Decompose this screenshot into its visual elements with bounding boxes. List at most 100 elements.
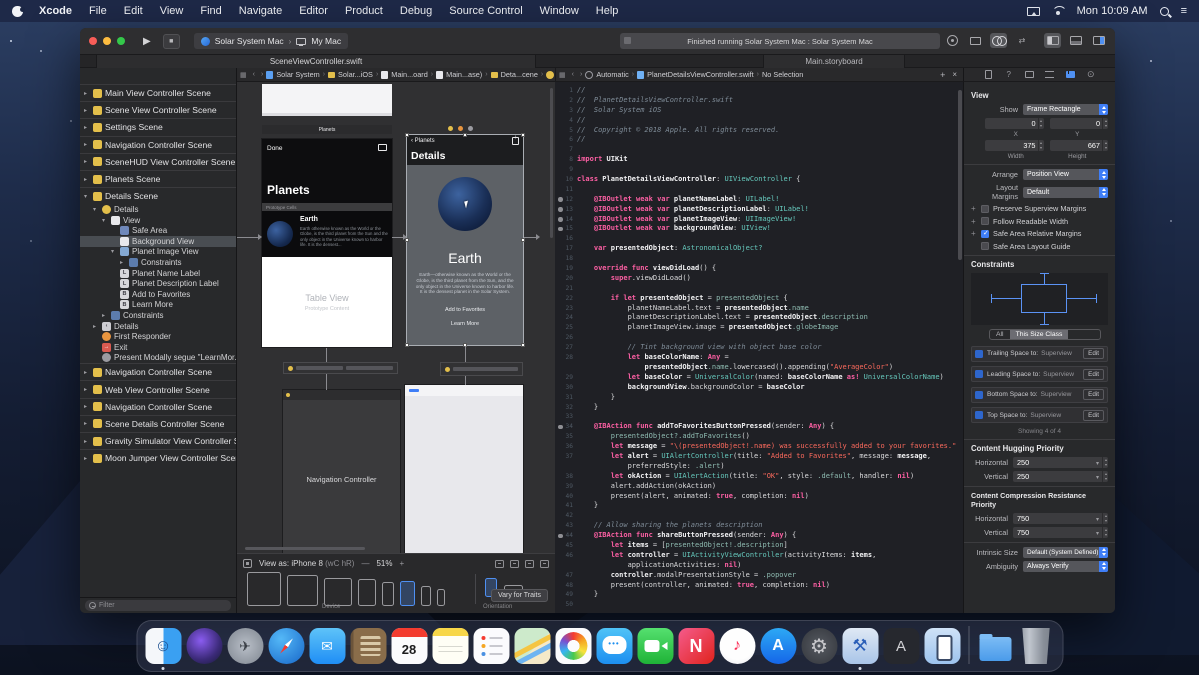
code-line[interactable]: 19 override func viewDidLoad() { (555, 264, 963, 274)
quick-help-inspector-icon[interactable]: ? (1004, 70, 1013, 79)
code-line[interactable]: 36 let message = "\(presentedObject!.nam… (555, 442, 963, 452)
device-iphone-8-icon[interactable] (400, 581, 415, 606)
dock-instruments-icon[interactable]: A (883, 628, 919, 664)
height-field[interactable]: 667 (1049, 140, 1108, 151)
navigator-item-details[interactable]: ▾ Details (80, 204, 236, 215)
selection-handle[interactable] (463, 133, 467, 137)
dock-maps-icon[interactable] (514, 628, 550, 664)
navigator-item-details-scene[interactable]: ▾ Details Scene (80, 187, 236, 204)
file-inspector-icon[interactable] (984, 70, 993, 79)
scheme-selector[interactable]: Solar System Mac › My Mac (193, 33, 349, 49)
code-line[interactable]: 17 var presentedObject: AstronomicalObje… (555, 244, 963, 254)
disclosure-triangle-icon[interactable]: ▾ (111, 248, 120, 255)
tab-sceneviewcontroller[interactable]: SceneViewController.swift (96, 55, 536, 68)
edit-constraint-button[interactable]: Edit (1083, 389, 1104, 400)
disclosure-triangle-icon[interactable]: ▸ (84, 403, 93, 410)
navigator-item-view[interactable]: ▾ View (80, 215, 236, 226)
disclosure-triangle-icon[interactable]: ▾ (93, 206, 102, 213)
menu-edit[interactable]: Edit (124, 5, 143, 17)
device-ipad-12-icon[interactable] (247, 572, 281, 606)
menu-view[interactable]: View (160, 5, 184, 17)
navigator-item-planet-description-label[interactable]: L Planet Description Label (80, 278, 236, 289)
code-line[interactable]: 5// Copyright © 2018 Apple. All rights r… (555, 126, 963, 136)
planets-view-controller[interactable]: Done Planets Prototype Cells Earth Earth… (262, 139, 392, 347)
constraint-row-top-space-to[interactable]: Top Space to: Superview Edit (971, 407, 1108, 423)
bookmarks-icon[interactable] (378, 144, 387, 151)
add-to-favorites-button[interactable]: Add to Favorites (407, 307, 523, 313)
selection-handle[interactable] (405, 133, 409, 137)
navigator-item-planet-image-view[interactable]: ▾ Planet Image View (80, 247, 236, 258)
disclosure-triangle-icon[interactable]: ▾ (102, 217, 111, 224)
breadcrumb-main-oard[interactable]: Main...oard (391, 70, 428, 79)
dock-downloads-icon[interactable] (977, 628, 1013, 664)
connection-well-icon[interactable] (558, 197, 563, 202)
add-constraint-icon[interactable]: + (971, 229, 981, 238)
disclosure-triangle-icon[interactable]: ▸ (84, 158, 93, 165)
code-line[interactable]: 6// (555, 135, 963, 145)
vary-for-traits-button[interactable]: Vary for Traits (490, 589, 548, 602)
navigator-item-first-responder[interactable]: First Responder (80, 331, 236, 342)
connection-well-icon[interactable] (558, 207, 563, 212)
disclosure-triangle-icon[interactable]: ▸ (84, 107, 93, 114)
stepper-icon[interactable] (1037, 140, 1044, 151)
code-line[interactable]: 15 @IBOutlet weak var backgroundView: UI… (555, 224, 963, 234)
related-items-icon[interactable]: ▦ (559, 71, 566, 79)
navigator-item-add-to-favorites[interactable]: B Add to Favorites (80, 289, 236, 300)
intrinsic-size-popup[interactable]: Default (System Defined) (1023, 546, 1108, 558)
code-line[interactable]: 35 presentedObject?.addToFavorites() (555, 432, 963, 442)
zoom-out-button[interactable]: — (361, 559, 369, 568)
selection-handle[interactable] (521, 238, 525, 242)
menu-window[interactable]: Window (540, 5, 579, 17)
navigator-item-navigation-controller-scene[interactable]: ▸ Navigation Controller Scene (80, 397, 236, 415)
device-ipad-11-icon[interactable] (287, 575, 318, 606)
selection-handle[interactable] (405, 343, 409, 347)
code-line[interactable]: 33 (555, 412, 963, 422)
update-frames-icon[interactable] (495, 559, 504, 568)
planet-name-label[interactable]: Earth (407, 250, 523, 266)
code-line[interactable]: 39 alert.addAction(okAction) (555, 482, 963, 492)
stepper-icon[interactable] (1102, 470, 1108, 482)
add-constraints-icon[interactable] (540, 559, 549, 568)
code-line[interactable]: 3// Solar System iOS (555, 106, 963, 116)
disclosure-triangle-icon[interactable]: ▸ (120, 259, 129, 266)
code-line[interactable]: 14 @IBOutlet weak var planetImageView: U… (555, 215, 963, 225)
minimize-window-button[interactable] (103, 37, 111, 45)
navigator-item-safe-area[interactable]: Safe Area (80, 226, 236, 237)
breadcrumb-no-selection[interactable]: No Selection (762, 70, 803, 79)
assistant-editor-button[interactable] (990, 33, 1007, 48)
collapsed-navigation-controller[interactable] (283, 362, 398, 374)
navigator-item-scene-details-controller-scene[interactable]: ▸ Scene Details Controller Scene (80, 414, 236, 432)
stepper-icon[interactable] (1102, 456, 1108, 468)
constraint-row-bottom-space-to[interactable]: Bottom Space to: Superview Edit (971, 386, 1108, 403)
menu-navigate[interactable]: Navigate (239, 5, 282, 17)
dock-siri-icon[interactable] (186, 628, 222, 664)
ambiguity-popup[interactable]: Always Verify (1023, 560, 1108, 572)
disclosure-triangle-icon[interactable]: ▸ (84, 386, 93, 393)
hugging-horizontal-field[interactable]: 250 ▾ (1013, 456, 1108, 468)
menu-debug[interactable]: Debug (400, 5, 432, 17)
dock-simulator-icon[interactable] (924, 628, 960, 664)
stepper-icon[interactable] (1102, 512, 1108, 524)
show-popup[interactable]: Frame Rectangle (1023, 104, 1108, 115)
dock-facetime-icon[interactable] (637, 628, 673, 664)
filter-field[interactable]: Filter (85, 600, 231, 611)
navigator-item-settings-scene[interactable]: ▸ Settings Scene (80, 118, 236, 135)
dock-messages-icon[interactable] (596, 628, 632, 664)
code-line[interactable]: 11 (555, 185, 963, 195)
code-line[interactable]: applicationActivities: nil) (555, 561, 963, 571)
run-button[interactable]: ▶ (143, 36, 151, 47)
connection-well-icon[interactable] (558, 226, 563, 232)
code-line[interactable]: 16 (555, 234, 963, 244)
notification-center-icon[interactable]: ≡ (1181, 5, 1187, 17)
standard-editor-button[interactable] (967, 33, 984, 48)
constraint-row-leading-space-to[interactable]: Leading Space to: Superview Edit (971, 366, 1108, 382)
menu-product[interactable]: Product (345, 5, 383, 17)
size-inspector-icon[interactable] (1065, 70, 1076, 79)
navigator-item-constraints[interactable]: ▸ Constraints (80, 310, 236, 321)
breadcrumb-solar-system[interactable]: Solar System (276, 70, 319, 79)
add-assistant-editor-button[interactable]: + (940, 70, 945, 80)
code-line[interactable]: 41 } (555, 501, 963, 511)
code-line[interactable]: 42 (555, 511, 963, 521)
device-iphone-plus-icon[interactable] (358, 579, 376, 606)
dock-itunes-icon[interactable]: ♪ (719, 628, 755, 664)
